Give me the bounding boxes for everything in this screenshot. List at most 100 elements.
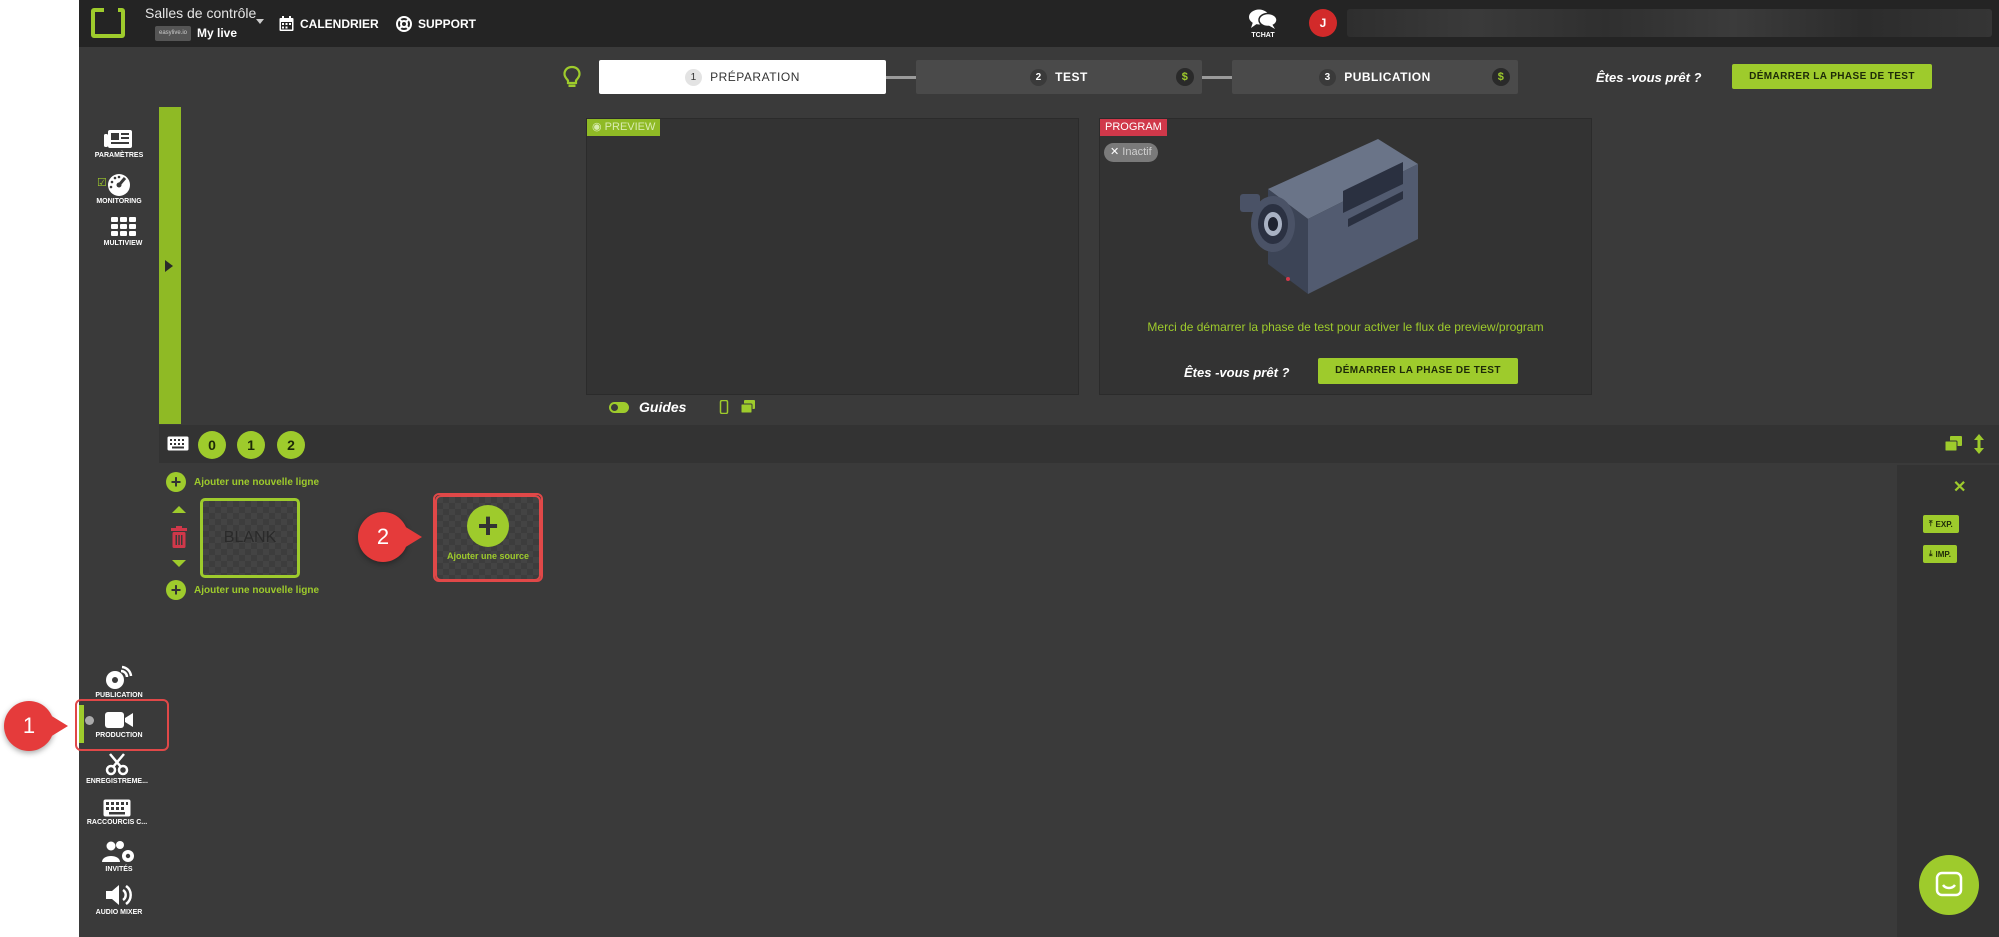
step-connector (886, 76, 916, 79)
nav-support[interactable]: SUPPORT (396, 14, 476, 34)
step-connector (1202, 76, 1232, 79)
plus-icon: + (166, 472, 186, 492)
eye-icon: ◉ (592, 121, 602, 133)
chat-button[interactable]: TCHAT (1245, 8, 1281, 39)
blurred-region (1347, 9, 1992, 37)
sidebar-item-multiview[interactable]: MULTIVIEW (91, 216, 155, 247)
chat-label: TCHAT (1251, 32, 1275, 39)
close-icon[interactable]: ✕ (1953, 477, 1966, 497)
chat-icon (1935, 871, 1963, 897)
guides-toggle[interactable] (609, 401, 629, 413)
blank-source[interactable]: BLANK (200, 498, 300, 578)
import-label: IMP. (1935, 549, 1951, 559)
keyboard-icon[interactable] (167, 436, 189, 451)
upload-icon: ⤒ (1929, 519, 1933, 528)
download-icon: ⤓ (1929, 549, 1933, 558)
export-label: EXP. (1935, 519, 1953, 529)
layer-bar: 0 1 2 (159, 425, 1999, 463)
preview-tag-label: PREVIEW (604, 121, 656, 133)
sidebar-label: AUDIO MIXER (95, 909, 143, 916)
newspaper-icon (104, 130, 132, 148)
close-icon: ✕ (1110, 146, 1120, 158)
step-label: PRÉPARATION (710, 70, 800, 84)
add-line-label: Ajouter une nouvelle ligne (194, 584, 320, 596)
chevron-down-icon[interactable] (256, 19, 264, 24)
sidebar-item-parametres[interactable]: PARAMÈTRES (87, 128, 151, 159)
copy-icon[interactable] (740, 400, 756, 414)
step-number: 1 (685, 68, 703, 86)
step-label: TEST (1055, 70, 1088, 84)
production-highlight (75, 699, 169, 751)
program-monitor: PROGRAM ✕ Inactif Merci de démarrer la p… (1099, 118, 1592, 395)
add-line-bottom[interactable]: + Ajouter une nouvelle ligne (166, 580, 319, 600)
mobile-icon[interactable] (718, 400, 730, 414)
copy-icon[interactable] (1945, 436, 1962, 452)
room-selector[interactable]: easylive.io My live (155, 24, 237, 42)
room-name: My live (197, 26, 238, 40)
keyboard-icon (103, 799, 131, 817)
room-chip: easylive.io (155, 25, 191, 41)
sidebar-label: PARAMÈTRES (94, 152, 144, 159)
sidebar-item-monitoring[interactable]: MONITORING (87, 172, 151, 205)
resize-vertical-icon[interactable] (1974, 434, 1984, 454)
step-publication[interactable]: 3 PUBLICATION $ (1232, 60, 1518, 94)
gauge-icon (108, 174, 130, 196)
step-number: 3 (1319, 68, 1337, 86)
program-message: Merci de démarrer la phase de test pour … (1147, 320, 1544, 334)
status-badge: ✕ Inactif (1104, 143, 1158, 162)
layer-button-0[interactable]: 0 (198, 431, 226, 459)
scissors-icon (105, 753, 129, 776)
dollar-icon: $ (1492, 68, 1510, 86)
room-title: Salles de contrôle (145, 5, 257, 21)
sidebar-item-invites[interactable]: INVITÉS (87, 840, 151, 873)
grid-icon (111, 217, 136, 236)
status-label: Inactif (1122, 146, 1152, 158)
plus-icon: + (166, 580, 186, 600)
calendar-icon (279, 16, 294, 31)
move-down-icon[interactable] (172, 560, 186, 567)
sidebar-label: MULTIVIEW (103, 240, 143, 247)
logo-icon[interactable] (91, 6, 125, 38)
import-button[interactable]: ⤓ IMP. (1923, 545, 1957, 563)
top-bar: Salles de contrôle easylive.io My live C… (79, 0, 1999, 47)
add-line-label: Ajouter une nouvelle ligne (194, 476, 320, 488)
program-start-test-button[interactable]: DÉMARRER LA PHASE DE TEST (1318, 358, 1518, 384)
step-number: 2 (1030, 68, 1048, 86)
lightbulb-icon[interactable] (563, 65, 581, 89)
users-gear-icon (102, 841, 134, 862)
sidebar-item-enregistrement[interactable]: ENREGISTREME... (85, 752, 149, 785)
chat-fab[interactable] (1919, 855, 1979, 915)
guides-row: Guides (609, 399, 756, 415)
sidebar-label: ENREGISTREME... (86, 778, 148, 785)
export-button[interactable]: ⤒ EXP. (1923, 515, 1959, 533)
sidebar-item-audio-mixer[interactable]: AUDIO MIXER (87, 883, 151, 916)
nav-calendar-label: CALENDRIER (300, 17, 379, 31)
move-up-icon[interactable] (172, 506, 186, 513)
avatar[interactable]: J (1309, 9, 1337, 37)
step-test[interactable]: 2 TEST $ (916, 60, 1202, 94)
chat-bubbles-icon (1249, 9, 1278, 29)
step-label: PUBLICATION (1344, 70, 1431, 84)
start-test-button[interactable]: DÉMARRER LA PHASE DE TEST (1732, 64, 1932, 89)
layer-button-2[interactable]: 2 (277, 431, 305, 459)
guides-label: Guides (639, 399, 687, 415)
sidebar-label: INVITÉS (105, 866, 133, 873)
steps-bar: 1 PRÉPARATION 2 TEST $ 3 PUBLICATION $ Ê… (79, 47, 1999, 107)
sidebar-label: RACCOURCIS C... (86, 819, 148, 826)
program-ready-text: Êtes -vous prêt ? (1184, 365, 1290, 380)
expand-arrow-icon[interactable] (165, 260, 173, 272)
trash-icon[interactable] (170, 526, 188, 548)
callout-1: 1 (4, 701, 68, 751)
callout-2: 2 (358, 512, 422, 562)
nav-calendar[interactable]: CALENDRIER (279, 14, 379, 34)
program-tag: PROGRAM (1100, 119, 1167, 136)
layer-button-1[interactable]: 1 (237, 431, 265, 459)
sidebar-item-raccourcis[interactable]: RACCOURCIS C... (85, 799, 149, 826)
dollar-icon: $ (1176, 68, 1194, 86)
rows-area (159, 465, 1919, 937)
step-preparation[interactable]: 1 PRÉPARATION (599, 60, 886, 94)
preview-monitor: ◉ PREVIEW (586, 118, 1079, 395)
sidebar-item-publication[interactable]: PUBLICATION (87, 664, 151, 699)
add-line-top[interactable]: + Ajouter une nouvelle ligne (166, 472, 319, 492)
speaker-icon (106, 884, 132, 906)
